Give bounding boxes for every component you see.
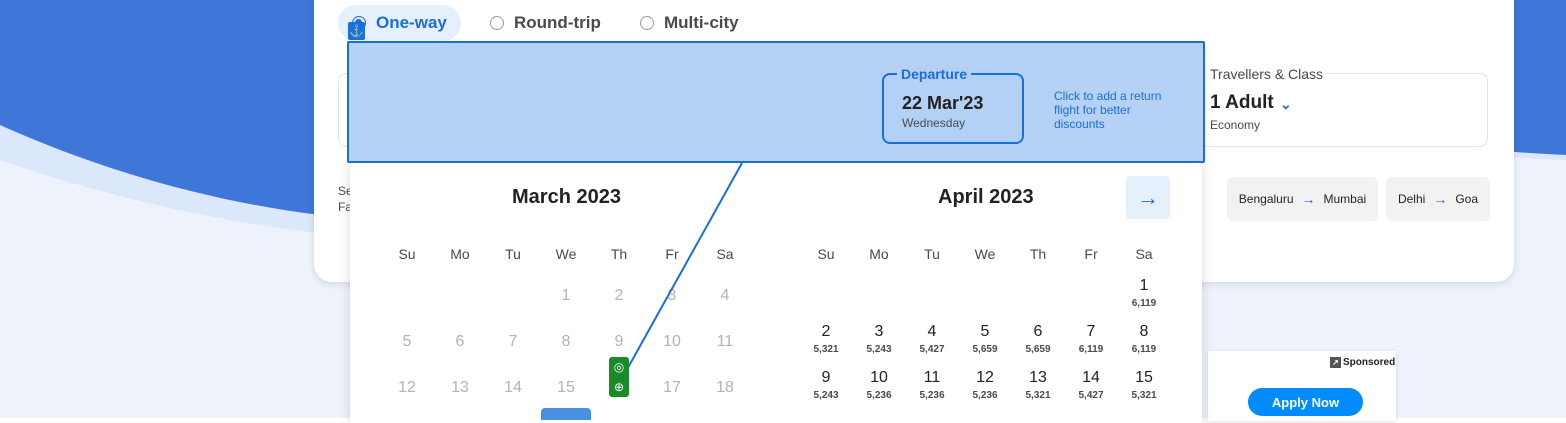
- day-fare: 5,321: [1131, 390, 1157, 401]
- weekday-header: Sa: [716, 246, 734, 262]
- calendar-day: 8: [561, 333, 571, 350]
- sponsored-label: Sponsored: [1343, 357, 1396, 368]
- month-title-march: March 2023: [512, 186, 621, 208]
- calendar-day[interactable]: 12: [965, 369, 1005, 387]
- calendar-day[interactable]: 5: [965, 323, 1005, 341]
- calendar-day[interactable]: 14: [1071, 369, 1111, 387]
- chip-from: Bengaluru: [1238, 192, 1294, 206]
- calendar-day: 5: [402, 333, 412, 350]
- month-title-april: April 2023: [938, 186, 1034, 208]
- target-icon: ◎: [613, 360, 625, 374]
- day-fare: 6,119: [1131, 344, 1157, 355]
- chevron-down-icon: ⌄: [1280, 96, 1292, 112]
- weekday-header: Mo: [450, 246, 470, 262]
- chip-from: Delhi: [1397, 192, 1426, 206]
- calendar-day[interactable]: 3: [859, 323, 899, 341]
- day-fare: 5,236: [866, 390, 892, 401]
- route-chip-delhi-goa[interactable]: Delhi → Goa: [1386, 177, 1490, 221]
- day-fare: 5,321: [1025, 390, 1051, 401]
- day-fare: 5,659: [972, 344, 998, 355]
- weekday-header: Fr: [1084, 246, 1098, 262]
- travellers-label: Travellers & Class: [1206, 66, 1328, 82]
- calendar-day: 9: [614, 333, 624, 350]
- weekday-header: Mo: [869, 246, 889, 262]
- weekday-header: Th: [610, 246, 628, 262]
- calendar-day[interactable]: 1: [1124, 277, 1164, 295]
- weekday-header: Su: [398, 246, 416, 262]
- chip-to: Mumbai: [1323, 192, 1367, 206]
- sponsored-badge: ↗ Sponsored: [1330, 357, 1395, 368]
- arrow-right-icon: →: [1433, 191, 1448, 207]
- day-fare: 5,659: [1025, 344, 1051, 355]
- travel-class: Economy: [1210, 118, 1261, 132]
- calendar-day[interactable]: 8: [1124, 323, 1164, 341]
- arrow-right-icon: →: [1301, 191, 1316, 207]
- day-fare: 6,119: [1078, 344, 1104, 355]
- calendar-day: 17: [663, 379, 681, 396]
- calendar-day: 11: [716, 333, 734, 350]
- calendar-day[interactable]: 11: [912, 369, 952, 387]
- radio-icon: [490, 16, 504, 30]
- calendar-day: 2: [614, 287, 624, 304]
- day-fare: 5,243: [866, 344, 892, 355]
- weekday-header: Th: [1029, 246, 1047, 262]
- calendar-day: 7: [508, 333, 518, 350]
- weekday-header: Sa: [1135, 246, 1153, 262]
- trip-type-label: One-way: [376, 13, 447, 32]
- day-fare: 5,236: [919, 390, 945, 401]
- crosshair-icon: ⊕: [613, 380, 625, 394]
- calendar-day: 13: [451, 379, 469, 396]
- trip-type-label: Round-trip: [514, 13, 601, 32]
- calendar-day: 14: [504, 379, 522, 396]
- calendar-day[interactable]: 7: [1071, 323, 1111, 341]
- calendar-day: 3: [667, 287, 677, 304]
- calendar-day: 12: [398, 379, 416, 396]
- weekday-header: Tu: [924, 246, 940, 262]
- day-fare: 5,236: [972, 390, 998, 401]
- arrow-right-icon: →: [1137, 184, 1159, 210]
- trip-type-label: Multi-city: [664, 13, 739, 32]
- weekday-header: Su: [817, 246, 835, 262]
- calendar-day[interactable]: 9: [806, 369, 846, 387]
- calendar-day[interactable]: 6: [1018, 323, 1058, 341]
- calendar-day: 10: [663, 333, 681, 350]
- departure-label: Departure: [897, 66, 972, 82]
- trip-type-round-trip[interactable]: Round-trip: [476, 5, 615, 41]
- radio-icon: [640, 16, 654, 30]
- route-chip-bengaluru-mumbai[interactable]: Bengaluru → Mumbai: [1227, 177, 1378, 221]
- apply-now-button[interactable]: Apply Now: [1248, 388, 1363, 416]
- weekday-header: Tu: [505, 246, 521, 262]
- departure-date: 22 Mar'23: [902, 93, 984, 113]
- day-fare: 5,427: [1078, 390, 1104, 401]
- return-hint[interactable]: Click to add a return flight for better …: [1054, 89, 1164, 131]
- calendar-day: 6: [455, 333, 465, 350]
- calendar-day[interactable]: 4: [912, 323, 952, 341]
- calendar-day: 15: [557, 379, 575, 396]
- sponsored-icon: ↗: [1330, 357, 1341, 368]
- travellers-value: 1 Adult: [1210, 92, 1274, 113]
- chip-to: Goa: [1455, 192, 1479, 206]
- day-fare: 5,321: [813, 344, 839, 355]
- calendar-day[interactable]: 15: [1124, 369, 1164, 387]
- weekday-header: We: [974, 246, 996, 262]
- next-month-button[interactable]: →: [1126, 176, 1170, 219]
- calendar-day[interactable]: 10: [859, 369, 899, 387]
- calendar-day: 18: [716, 379, 734, 396]
- calendar-day[interactable]: 13: [1018, 369, 1058, 387]
- calendar-day: 1: [561, 287, 571, 304]
- weekday-header: Fr: [665, 246, 679, 262]
- day-fare: 5,243: [813, 390, 839, 401]
- anchor-icon: ⚓: [348, 22, 365, 40]
- day-fare: 6,119: [1131, 298, 1157, 309]
- day-fare: 5,427: [919, 344, 945, 355]
- selected-day-highlight[interactable]: [541, 408, 591, 420]
- calendar-day[interactable]: 2: [806, 323, 846, 341]
- departure-weekday: Wednesday: [902, 116, 966, 130]
- trip-type-multi-city[interactable]: Multi-city: [626, 5, 753, 41]
- weekday-header: We: [555, 246, 577, 262]
- calendar-day: 4: [720, 287, 730, 304]
- target-icon: ◎ ⊕: [609, 357, 629, 397]
